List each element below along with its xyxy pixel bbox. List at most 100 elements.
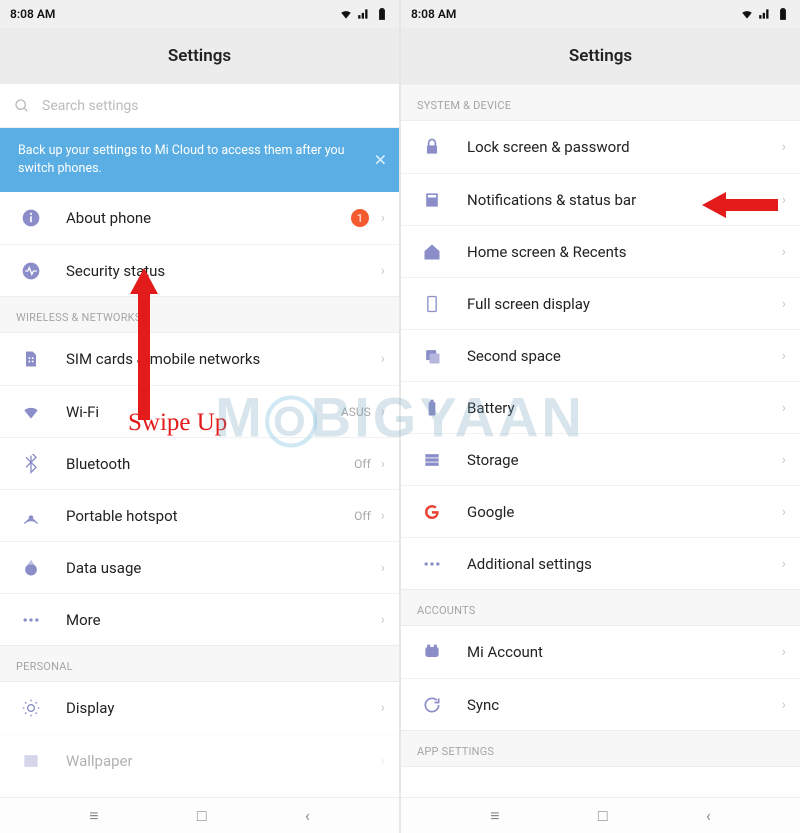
row-battery[interactable]: Battery › [401,381,800,433]
mi-cloud-banner[interactable]: Back up your settings to Mi Cloud to acc… [0,128,399,192]
second-space-icon [419,346,445,366]
section-personal: PERSONAL [0,645,399,682]
status-time: 8:08 AM [10,7,55,21]
page-title-text: Settings [168,46,231,66]
row-notifications[interactable]: Notifications & status bar › [401,173,800,225]
chevron-right-icon: › [782,504,786,520]
row-label: Wallpaper [66,752,381,770]
wifi-icon [339,7,353,21]
page-title-text: Settings [569,46,632,66]
status-icons [740,7,790,21]
signal-icon [357,7,371,21]
nav-bar: ≡ □ ‹ [0,797,399,833]
wifi-icon [740,7,754,21]
row-label: Notifications & status bar [467,191,782,209]
storage-icon [419,450,445,470]
section-system: SYSTEM & DEVICE [401,84,800,121]
section-accounts: ACCOUNTS [401,589,800,626]
bluetooth-icon [18,454,44,474]
chevron-right-icon: › [782,644,786,660]
section-wireless: WIRELESS & NETWORKS [0,296,399,333]
row-wifi[interactable]: Wi-Fi ASUS › [0,385,399,437]
search-icon [14,98,30,114]
chevron-right-icon: › [381,456,385,472]
nav-recents-icon[interactable]: ≡ [89,806,98,826]
settings-scroll[interactable]: Search settings Back up your settings to… [0,84,399,797]
row-label: Second space [467,347,782,365]
chevron-right-icon: › [381,210,385,226]
row-home-recents[interactable]: Home screen & Recents › [401,225,800,277]
row-full-screen[interactable]: Full screen display › [401,277,800,329]
status-icons [339,7,389,21]
row-more[interactable]: More › [0,593,399,645]
row-value: Off [354,457,371,471]
signal-icon [758,7,772,21]
row-storage[interactable]: Storage › [401,433,800,485]
heartbeat-icon [18,261,44,281]
row-mi-account[interactable]: Mi Account › [401,626,800,678]
chevron-right-icon: › [782,348,786,364]
status-bar: 8:08 AM [0,0,399,28]
brightness-icon [18,698,44,718]
row-sim-cards[interactable]: SIM cards & mobile networks › [0,333,399,385]
row-wallpaper[interactable]: Wallpaper › [0,734,399,786]
more-icon [419,554,445,574]
chevron-right-icon: › [782,400,786,416]
more-icon [18,610,44,630]
home-icon [419,242,445,262]
page-title: Settings [0,28,399,84]
row-sync[interactable]: Sync › [401,678,800,730]
row-value: ASUS [341,405,371,419]
row-label: Storage [467,451,782,469]
chevron-right-icon: › [782,452,786,468]
data-usage-icon [18,558,44,578]
chevron-right-icon: › [381,560,385,576]
close-icon[interactable]: ✕ [374,149,387,172]
chevron-right-icon: › [381,263,385,279]
phone-left: 8:08 AM Settings Search settings Back up… [0,0,399,833]
row-security-status[interactable]: Security status › [0,244,399,296]
chevron-right-icon: › [782,244,786,260]
chevron-right-icon: › [381,404,385,420]
nav-back-icon[interactable]: ‹ [706,806,711,825]
nav-bar: ≡ □ ‹ [401,797,800,833]
chevron-right-icon: › [782,697,786,713]
chevron-right-icon: › [782,296,786,312]
battery-icon [776,7,790,21]
status-time: 8:08 AM [411,7,456,21]
row-additional[interactable]: Additional settings › [401,537,800,589]
row-data-usage[interactable]: Data usage › [0,541,399,593]
chevron-right-icon: › [381,753,385,769]
row-display[interactable]: Display › [0,682,399,734]
banner-text: Back up your settings to Mi Cloud to acc… [18,143,345,176]
nav-home-icon[interactable]: □ [598,806,608,826]
notifications-icon [419,190,445,210]
search-input[interactable]: Search settings [0,84,399,128]
nav-back-icon[interactable]: ‹ [305,806,310,825]
row-google[interactable]: Google › [401,485,800,537]
nav-home-icon[interactable]: □ [197,806,207,826]
row-label: Additional settings [467,555,782,573]
chevron-right-icon: › [782,556,786,572]
info-icon [18,208,44,228]
row-about-phone[interactable]: About phone 1 › [0,192,399,244]
phone-right: 8:08 AM Settings SYSTEM & DEVICE Lock sc… [401,0,800,833]
chevron-right-icon: › [782,192,786,208]
nav-recents-icon[interactable]: ≡ [490,806,499,826]
row-label: Security status [66,262,381,280]
row-hotspot[interactable]: Portable hotspot Off › [0,489,399,541]
chevron-right-icon: › [381,700,385,716]
settings-scroll[interactable]: SYSTEM & DEVICE Lock screen & password ›… [401,84,800,797]
image-icon [18,751,44,771]
row-second-space[interactable]: Second space › [401,329,800,381]
row-bluetooth[interactable]: Bluetooth Off › [0,437,399,489]
row-value: Off [354,509,371,523]
row-lock-screen[interactable]: Lock screen & password › [401,121,800,173]
sync-icon [419,695,445,715]
chevron-right-icon: › [381,351,385,367]
row-label: Display [66,699,381,717]
row-label: Google [467,503,782,521]
row-label: Bluetooth [66,455,354,473]
row-label: Home screen & Recents [467,243,782,261]
sim-icon [18,349,44,369]
